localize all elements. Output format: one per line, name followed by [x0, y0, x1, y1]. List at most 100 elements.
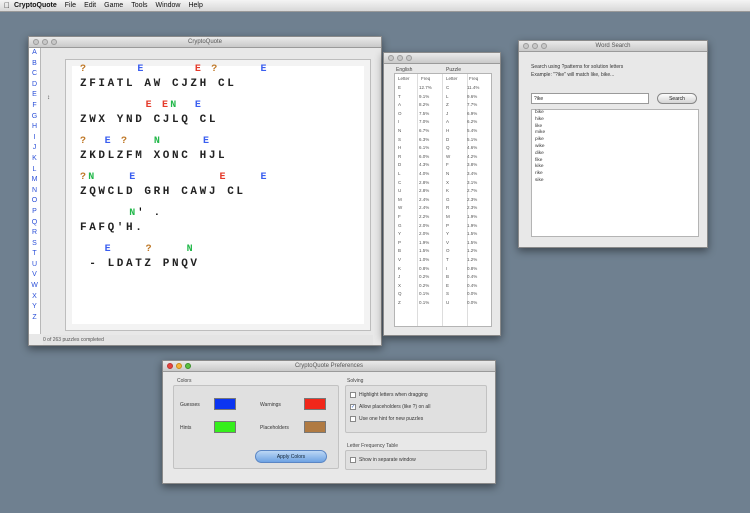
- zoom-button[interactable]: [185, 363, 191, 369]
- result-item[interactable]: rike: [532, 171, 698, 178]
- cipher-row[interactable]: ZFIATL AW CJZH CL: [80, 78, 236, 90]
- hint-letter[interactable]: E: [195, 100, 203, 111]
- result-item[interactable]: dike: [532, 151, 698, 158]
- result-item[interactable]: like: [532, 124, 698, 131]
- result-item[interactable]: sike: [532, 178, 698, 185]
- hint-letter[interactable]: E: [195, 64, 203, 75]
- hint-letter[interactable]: N: [187, 244, 195, 255]
- one-hint-checkbox[interactable]: Use one hint for new puzzles: [350, 416, 423, 422]
- alphabet-letter[interactable]: U: [29, 260, 40, 271]
- alphabet-letter[interactable]: M: [29, 175, 40, 186]
- alphabet-letter[interactable]: E: [29, 90, 40, 101]
- scroll-arrow-icon[interactable]: ↕: [47, 95, 50, 101]
- prefs-titlebar[interactable]: CryptoQuote Preferences: [163, 361, 495, 372]
- guess-color-swatch[interactable]: [214, 398, 236, 410]
- alphabet-letter[interactable]: A: [29, 48, 40, 59]
- cipher-row[interactable]: FAFQ'H.: [80, 222, 144, 234]
- alphabet-letter[interactable]: B: [29, 59, 40, 70]
- alphabet-letter[interactable]: K: [29, 154, 40, 165]
- menu-app-name[interactable]: CryptoQuote: [14, 2, 57, 9]
- alphabet-letter[interactable]: F: [29, 101, 40, 112]
- search-input[interactable]: ?ike: [531, 93, 649, 104]
- alphabet-letter[interactable]: N: [29, 186, 40, 197]
- alphabet-letter[interactable]: P: [29, 207, 40, 218]
- menu-tools[interactable]: Tools: [131, 2, 147, 9]
- minimize-button[interactable]: [176, 363, 182, 369]
- close-button[interactable]: [167, 363, 173, 369]
- cipher-row[interactable]: ZQWCLD GRH CAWJ CL: [80, 186, 246, 198]
- cipher-row[interactable]: - LDATZ PNQV: [80, 258, 200, 270]
- alphabet-letter[interactable]: Z: [29, 313, 40, 324]
- close-button[interactable]: [388, 55, 394, 61]
- hint-letter[interactable]: ?: [80, 64, 88, 75]
- freq-titlebar[interactable]: [384, 53, 500, 64]
- checkbox-box[interactable]: [350, 392, 356, 398]
- placeholders-checkbox[interactable]: ✓ Allow placeholders (like ?) on all: [350, 404, 430, 410]
- result-item[interactable]: hike: [532, 117, 698, 124]
- cipher-row[interactable]: ZKDLZFM XONC HJL: [80, 150, 227, 162]
- alphabet-letter[interactable]: V: [29, 270, 40, 281]
- hint-letter[interactable]: N: [154, 136, 162, 147]
- close-button[interactable]: [523, 43, 529, 49]
- zoom-button[interactable]: [541, 43, 547, 49]
- main-titlebar[interactable]: CryptoQuote: [29, 37, 381, 48]
- alphabet-letter[interactable]: S: [29, 239, 40, 250]
- alphabet-letter[interactable]: D: [29, 80, 40, 91]
- result-item[interactable]: mike: [532, 130, 698, 137]
- frequency-table[interactable]: Letter Freq Letter Freq E 12.7% C 11.4% T 9.1…: [394, 73, 492, 327]
- alphabet-letter[interactable]: J: [29, 143, 40, 154]
- hint-letter[interactable]: E: [137, 64, 145, 75]
- alphabet-letter[interactable]: W: [29, 281, 40, 292]
- alphabet-letter[interactable]: R: [29, 228, 40, 239]
- alphabet-letter[interactable]: O: [29, 196, 40, 207]
- hint-letter[interactable]: E: [260, 172, 268, 183]
- zoom-button[interactable]: [51, 39, 57, 45]
- apply-colors-button[interactable]: Apply Colors: [255, 450, 327, 463]
- menu-window[interactable]: Window: [156, 2, 181, 9]
- hint-letter[interactable]: ?: [121, 136, 129, 147]
- warnings-color-swatch[interactable]: [304, 398, 326, 410]
- highlight-checkbox[interactable]: Highlight letters when dragging: [350, 392, 428, 398]
- hint-letter[interactable]: E: [203, 136, 211, 147]
- alphabet-letter[interactable]: I: [29, 133, 40, 144]
- hint-letter[interactable]: ?: [80, 172, 88, 183]
- checkbox-box[interactable]: [350, 457, 356, 463]
- hint-letter[interactable]: E: [162, 100, 170, 111]
- hint-letter[interactable]: E: [146, 100, 154, 111]
- close-button[interactable]: [33, 39, 39, 45]
- hint-letter[interactable]: E: [219, 172, 227, 183]
- results-list[interactable]: bike hike like mike pike wike dike fike kike rike…: [531, 109, 699, 237]
- search-button[interactable]: Search: [657, 93, 697, 104]
- placeholders-color-swatch[interactable]: [304, 421, 326, 433]
- result-item[interactable]: fike: [532, 158, 698, 165]
- result-item[interactable]: kike: [532, 164, 698, 171]
- alphabet-letter[interactable]: X: [29, 292, 40, 303]
- ws-titlebar[interactable]: Word Search: [519, 41, 707, 52]
- minimize-button[interactable]: [42, 39, 48, 45]
- result-item[interactable]: bike: [532, 110, 698, 117]
- minimize-button[interactable]: [532, 43, 538, 49]
- checkmark-icon[interactable]: ✓: [350, 404, 356, 410]
- menu-help[interactable]: Help: [188, 2, 202, 9]
- puzzle-area[interactable]: ? E E ? E ZFIATL AW CJZH CL E E N E ZWX YND…: [65, 59, 371, 331]
- hint-letter[interactable]: E: [105, 136, 113, 147]
- separate-window-checkbox[interactable]: Show in separate window: [350, 457, 416, 463]
- alphabet-letter[interactable]: L: [29, 165, 40, 176]
- cipher-row[interactable]: ZWX YND CJLQ CL: [80, 114, 218, 126]
- minimize-button[interactable]: [397, 55, 403, 61]
- alphabet-letter[interactable]: C: [29, 69, 40, 80]
- hint-letter[interactable]: ?: [146, 244, 154, 255]
- apple-icon[interactable]: : [0, 1, 14, 10]
- hint-letter[interactable]: E: [105, 244, 113, 255]
- result-item[interactable]: wike: [532, 144, 698, 151]
- menu-file[interactable]: File: [65, 2, 76, 9]
- result-item[interactable]: pike: [532, 137, 698, 144]
- menu-edit[interactable]: Edit: [84, 2, 96, 9]
- menu-game[interactable]: Game: [104, 2, 123, 9]
- zoom-button[interactable]: [406, 55, 412, 61]
- hint-letter[interactable]: ?: [80, 136, 88, 147]
- alphabet-letter[interactable]: G: [29, 112, 40, 123]
- alphabet-letter[interactable]: T: [29, 249, 40, 260]
- hints-color-swatch[interactable]: [214, 421, 236, 433]
- alphabet-letter[interactable]: H: [29, 122, 40, 133]
